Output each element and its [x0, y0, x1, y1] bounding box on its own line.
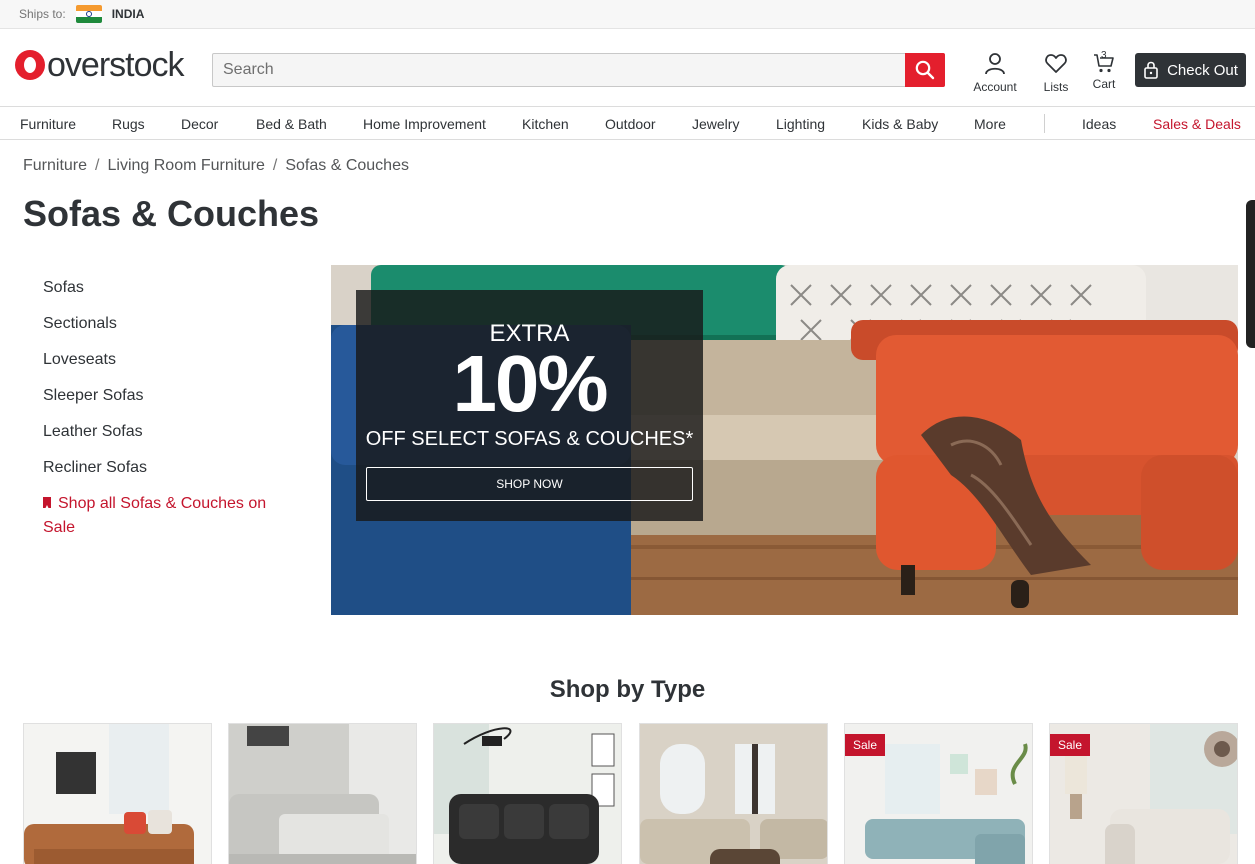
type-tile[interactable] — [23, 723, 212, 864]
india-flag-icon[interactable] — [75, 5, 102, 23]
ships-to-country[interactable]: INDIA — [112, 7, 145, 21]
sidebar-item-sectionals[interactable]: Sectionals — [43, 315, 273, 351]
type-tile[interactable] — [228, 723, 417, 864]
search-button[interactable] — [905, 53, 945, 87]
hero-banner[interactable]: EXTRA 10% OFF SELECT SOFAS & COUCHES* SH… — [331, 265, 1238, 615]
lists-button[interactable]: Lists — [1041, 51, 1071, 94]
sidebar-item-sleeper-sofas[interactable]: Sleeper Sofas — [43, 387, 273, 423]
checkout-button[interactable]: Check Out — [1135, 53, 1246, 87]
heart-icon — [1045, 54, 1067, 73]
type-tile[interactable] — [433, 723, 622, 864]
breadcrumb: Furniture / Living Room Furniture / Sofas & … — [23, 157, 409, 175]
cart-count: 3 — [1101, 50, 1107, 61]
nav-kitchen[interactable]: Kitchen — [522, 116, 569, 132]
sidebar-sale-link[interactable]: Shop all Sofas & Couches on Sale — [43, 492, 273, 540]
ships-to-bar: Ships to: INDIA — [0, 0, 1255, 29]
breadcrumb-living-room[interactable]: Living Room Furniture — [107, 157, 264, 174]
category-nav: Furniture Rugs Decor Bed & Bath Home Imp… — [0, 107, 1255, 140]
feedback-tab[interactable] — [1246, 200, 1255, 348]
nav-bed-bath[interactable]: Bed & Bath — [256, 116, 327, 132]
lists-label: Lists — [1043, 80, 1069, 94]
nav-more[interactable]: More — [974, 116, 1006, 132]
search-icon — [915, 60, 935, 80]
sidebar-sale-label: Shop all Sofas & Couches on Sale — [43, 495, 267, 536]
nav-outdoor[interactable]: Outdoor — [605, 116, 656, 132]
sleeper-sofa-image — [229, 724, 416, 864]
breadcrumb-divider: / — [95, 157, 100, 174]
shop-now-button[interactable]: SHOP NOW — [366, 467, 693, 501]
breadcrumb-divider: / — [272, 157, 278, 174]
sale-badge: Sale — [1050, 734, 1091, 756]
checkout-label: Check Out — [1167, 61, 1238, 79]
nav-jewelry[interactable]: Jewelry — [692, 116, 739, 132]
account-button[interactable]: Account — [972, 51, 1018, 94]
logo-mark-icon — [15, 50, 45, 80]
promo-box: EXTRA 10% OFF SELECT SOFAS & COUCHES* SH… — [356, 290, 703, 521]
search-input[interactable] — [213, 54, 907, 86]
recliner-sofa-image — [434, 724, 621, 864]
nav-kids-baby[interactable]: Kids & Baby — [862, 116, 938, 132]
search-bar — [212, 53, 945, 87]
account-label: Account — [973, 80, 1017, 94]
cart-button[interactable]: 3 Cart — [1091, 50, 1117, 91]
type-tile[interactable]: Sale — [1049, 723, 1238, 864]
page-title: Sofas & Couches — [23, 193, 320, 234]
sidebar-item-loveseats[interactable]: Loveseats — [43, 351, 273, 387]
user-icon — [985, 53, 1005, 75]
nav-furniture[interactable]: Furniture — [20, 116, 76, 132]
nav-sales-deals[interactable]: Sales & Deals — [1153, 116, 1241, 132]
lock-icon — [1144, 61, 1158, 79]
nav-rugs[interactable]: Rugs — [112, 116, 145, 132]
nav-ideas[interactable]: Ideas — [1082, 116, 1116, 132]
type-tile[interactable]: Sale — [844, 723, 1033, 864]
cart-label: Cart — [1092, 77, 1116, 91]
ships-to-label: Ships to: — [19, 7, 66, 21]
sidebar-item-sofas[interactable]: Sofas — [43, 279, 273, 315]
promo-line-off: OFF SELECT SOFAS & COUCHES* — [365, 428, 694, 450]
sidebar-item-leather-sofas[interactable]: Leather Sofas — [43, 423, 273, 459]
site-header: overstock Account Lists — [0, 29, 1255, 107]
breadcrumb-furniture[interactable]: Furniture — [23, 157, 87, 174]
sale-badge: Sale — [845, 734, 886, 756]
breadcrumb-current[interactable]: Sofas & Couches — [285, 157, 409, 174]
overstock-logo[interactable]: overstock — [15, 46, 184, 84]
sidebar-nav: Sofas Sectionals Loveseats Sleeper Sofas… — [43, 279, 273, 540]
type-tile[interactable] — [639, 723, 828, 864]
bookmark-icon — [43, 497, 51, 509]
nav-decor[interactable]: Decor — [181, 116, 218, 132]
nav-lighting[interactable]: Lighting — [776, 116, 825, 132]
sidebar-item-recliner-sofas[interactable]: Recliner Sofas — [43, 459, 273, 495]
nav-divider — [1044, 114, 1045, 133]
shop-by-type-heading: Shop by Type — [549, 676, 706, 703]
nav-home-improvement[interactable]: Home Improvement — [363, 116, 486, 132]
living-room-set-image — [640, 724, 827, 864]
logo-wordmark: overstock — [47, 46, 184, 84]
leather-sofa-image — [24, 724, 211, 864]
promo-percent: 10% — [452, 339, 608, 428]
